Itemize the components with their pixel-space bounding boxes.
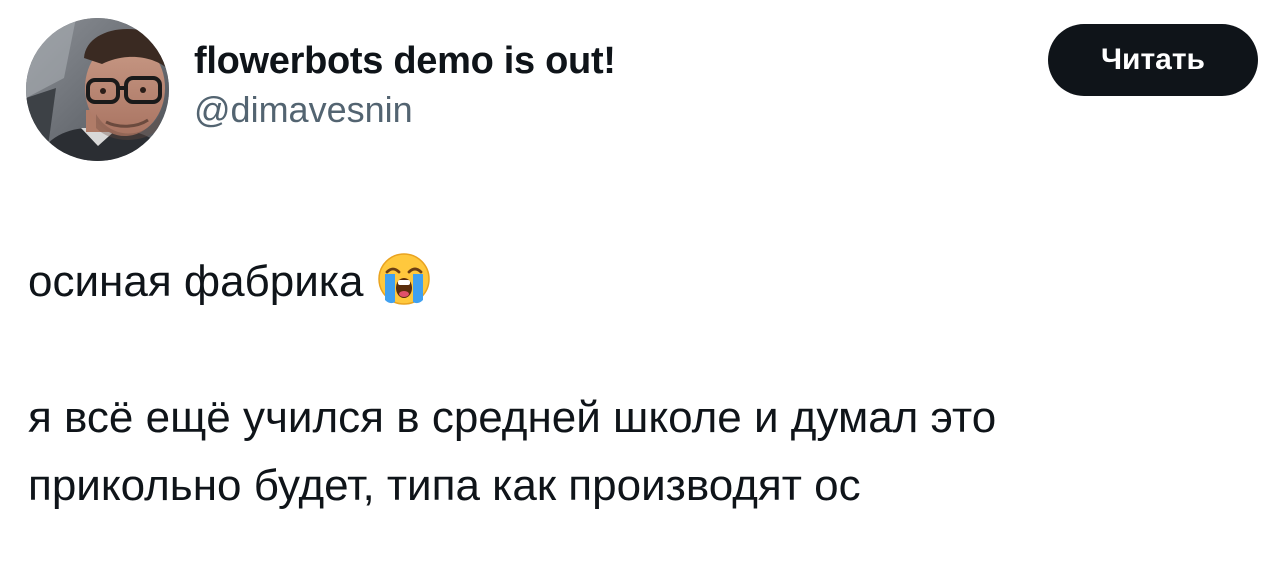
tweet: flowerbots demo is out! @dimavesnin Чита… [0, 0, 1284, 588]
tweet-text: осиная фабрика я всё ещё учился в средне… [28, 248, 1258, 520]
avatar-photo [26, 18, 169, 161]
tweet-line: я всё ещё учился в средней школе и думал… [28, 393, 997, 442]
tweet-line: осиная фабрика [28, 248, 1258, 316]
loudly-crying-face-icon [377, 252, 431, 306]
tweet-paragraph-1: осиная фабрика [28, 248, 1258, 316]
tweet-header: flowerbots demo is out! @dimavesnin Чита… [26, 18, 1258, 162]
tweet-paragraph-2: я всё ещё учился в средней школе и думал… [28, 384, 1258, 520]
author-display-name[interactable]: flowerbots demo is out! [194, 38, 616, 84]
author-handle[interactable]: @dimavesnin [194, 88, 616, 132]
tweet-line: прикольно будет, типа как производят ос [28, 461, 861, 510]
tweet-paragraph-1-text: осиная фабрика [28, 257, 364, 306]
author-identity: flowerbots demo is out! @dimavesnin [194, 38, 616, 132]
follow-button[interactable]: Читать [1048, 24, 1258, 96]
avatar[interactable] [26, 18, 169, 161]
